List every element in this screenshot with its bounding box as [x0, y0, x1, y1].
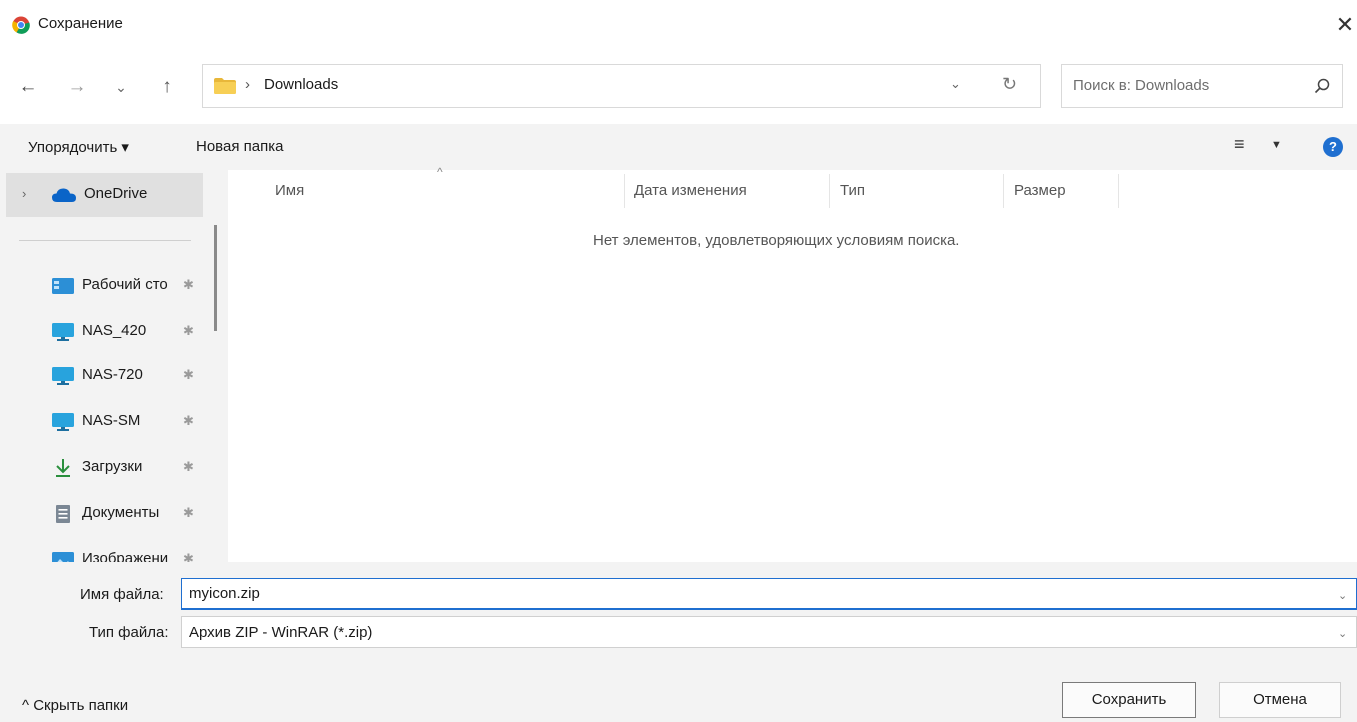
documents-icon: [56, 505, 70, 523]
breadcrumb-downloads[interactable]: Downloads: [264, 76, 338, 93]
column-separator[interactable]: [1003, 174, 1004, 208]
back-button[interactable]: ←: [15, 74, 41, 100]
filetype-dropdown-icon[interactable]: ⌄: [1338, 627, 1347, 640]
pin-icon[interactable]: ✱: [183, 505, 194, 521]
onedrive-cloud-icon: [52, 188, 76, 202]
breadcrumb-separator: ›: [245, 76, 250, 93]
pin-icon[interactable]: ✱: [183, 367, 194, 383]
sidebar-item-label: Документы: [82, 504, 160, 521]
address-dropdown-icon[interactable]: ⌄: [950, 76, 961, 92]
view-options-icon[interactable]: ≡: [1234, 134, 1245, 155]
sidebar-item-label: Изображени: [82, 550, 169, 562]
filename-input[interactable]: [181, 578, 1357, 610]
sidebar-item-nas-sm[interactable]: NAS-SM ✱: [0, 402, 205, 442]
column-separator[interactable]: [829, 174, 830, 208]
column-header-type[interactable]: Тип: [840, 182, 865, 199]
organize-button[interactable]: Упорядочить ▾: [28, 138, 129, 156]
title-bar: [0, 0, 1357, 50]
sidebar-item-downloads[interactable]: Загрузки ✱: [0, 448, 205, 488]
new-folder-button[interactable]: Новая папка: [196, 138, 283, 155]
sidebar-item-label: Рабочий сто: [82, 276, 168, 293]
network-drive-icon: [52, 323, 74, 341]
up-button[interactable]: ↑: [154, 74, 180, 100]
sidebar-item-label: NAS-720: [82, 366, 143, 383]
pin-icon[interactable]: ✱: [183, 551, 194, 562]
sidebar-item-label: NAS_420: [82, 322, 147, 339]
recent-locations-button[interactable]: ⌄: [108, 74, 134, 100]
pin-icon[interactable]: ✱: [183, 323, 194, 339]
chrome-icon: [12, 16, 30, 34]
column-header-name[interactable]: Имя: [275, 182, 304, 199]
column-header-size[interactable]: Размер: [1014, 182, 1066, 199]
sidebar-item-nas-420[interactable]: NAS_420 ✱: [0, 312, 205, 352]
pin-icon[interactable]: ✱: [183, 277, 194, 293]
sidebar-item-pictures[interactable]: Изображени ✱: [0, 540, 205, 562]
refresh-icon[interactable]: ↻: [1002, 74, 1017, 95]
expand-chevron-icon[interactable]: ›: [22, 186, 26, 201]
pin-icon[interactable]: ✱: [183, 413, 194, 429]
save-button[interactable]: Сохранить: [1062, 682, 1196, 718]
sidebar-item-documents[interactable]: Документы ✱: [0, 494, 205, 534]
forward-button[interactable]: →: [64, 74, 90, 100]
pictures-icon: [52, 552, 74, 562]
filename-label: Имя файла:: [80, 586, 164, 603]
sidebar-item-label: OneDrive: [84, 185, 148, 202]
network-drive-icon: [52, 367, 74, 385]
column-separator[interactable]: [1118, 174, 1119, 208]
network-drive-icon: [52, 413, 74, 431]
sidebar-item-desktop[interactable]: Рабочий сто ✱: [0, 266, 205, 306]
search-icon[interactable]: [1313, 77, 1331, 95]
pin-icon[interactable]: ✱: [183, 459, 194, 475]
filetype-label: Тип файла:: [89, 624, 169, 641]
column-header-date-modified[interactable]: Дата изменения: [634, 182, 747, 199]
search-placeholder: Поиск в: Downloads: [1073, 77, 1210, 94]
column-separator[interactable]: [624, 174, 625, 208]
cancel-button[interactable]: Отмена: [1219, 682, 1341, 718]
sidebar-item-label: NAS-SM: [82, 412, 141, 429]
sort-ascending-icon: ^: [437, 165, 443, 179]
downloads-icon: [56, 459, 70, 477]
navigation-pane-scrollbar[interactable]: [214, 225, 217, 331]
window-title: Сохранение: [38, 15, 123, 32]
desktop-icon: [52, 278, 74, 294]
help-icon[interactable]: ?: [1323, 137, 1343, 157]
folder-icon: [214, 78, 236, 94]
divider: [19, 240, 191, 241]
sidebar-item-label: Загрузки: [82, 458, 143, 475]
empty-list-message: Нет элементов, удовлетворяющих условиям …: [593, 232, 960, 249]
view-options-caret-icon[interactable]: ▼: [1271, 139, 1282, 151]
hide-folders-button[interactable]: ^ Скрыть папки: [22, 697, 128, 714]
filetype-selected-value: Архив ZIP - WinRAR (*.zip): [189, 624, 373, 641]
sidebar-item-nas-720[interactable]: NAS-720 ✱: [0, 356, 205, 396]
filename-dropdown-icon[interactable]: ⌄: [1338, 589, 1347, 602]
close-icon[interactable]: ✕: [1332, 12, 1357, 38]
